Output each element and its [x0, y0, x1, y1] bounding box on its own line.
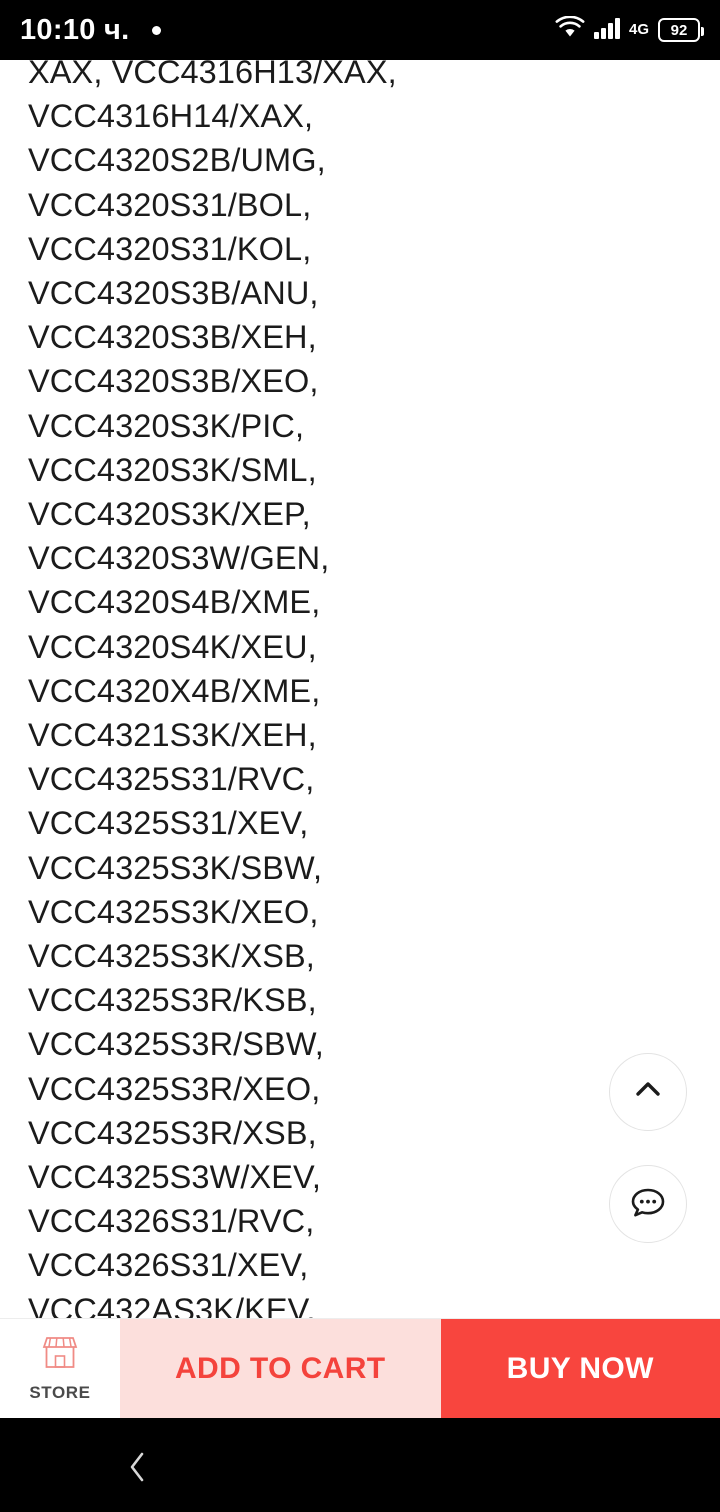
status-bar-clock: 10:10 ч.: [20, 13, 130, 46]
notification-dot: [151, 25, 161, 35]
store-button-label: STORE: [29, 1383, 91, 1402]
status-bar: 10:10 ч. 4G 92: [0, 0, 720, 60]
buy-now-label: BUY NOW: [506, 1351, 654, 1385]
battery-level-label: 92: [670, 21, 688, 39]
chevron-up-icon: [628, 1070, 668, 1115]
wifi-icon: [555, 15, 585, 44]
compatible-model-list-text: XAX, VCC4316H13/XAX, VCC4316H14/XAX, VCC…: [28, 60, 397, 1318]
signal-bars-icon: [593, 16, 622, 44]
add-to-cart-button[interactable]: ADD TO CART: [120, 1319, 441, 1418]
product-description-scroll-area[interactable]: XAX, VCC4316H13/XAX, VCC4316H14/XAX, VCC…: [0, 60, 720, 1318]
chat-bubble-icon: [627, 1181, 669, 1228]
storefront-icon: [37, 1334, 83, 1379]
status-bar-right: 4G 92: [555, 15, 704, 44]
bottom-action-bar: STORE ADD TO CART BUY NOW: [0, 1318, 720, 1418]
add-to-cart-label: ADD TO CART: [174, 1351, 386, 1385]
scroll-to-top-button[interactable]: [609, 1053, 687, 1131]
network-type-label: 4G: [628, 21, 649, 38]
battery-icon: 92: [658, 18, 704, 42]
chat-support-button[interactable]: [609, 1165, 687, 1243]
status-bar-left: 10:10 ч.: [20, 14, 555, 47]
buy-now-button[interactable]: BUY NOW: [440, 1319, 720, 1418]
back-chevron-icon[interactable]: [118, 1447, 158, 1487]
android-navigation-bar: [0, 1418, 720, 1512]
phone-screen: 10:10 ч. 4G 92 XAX, VCC4316H13/XAX, VCC4…: [0, 0, 720, 1512]
store-button[interactable]: STORE: [0, 1319, 120, 1418]
